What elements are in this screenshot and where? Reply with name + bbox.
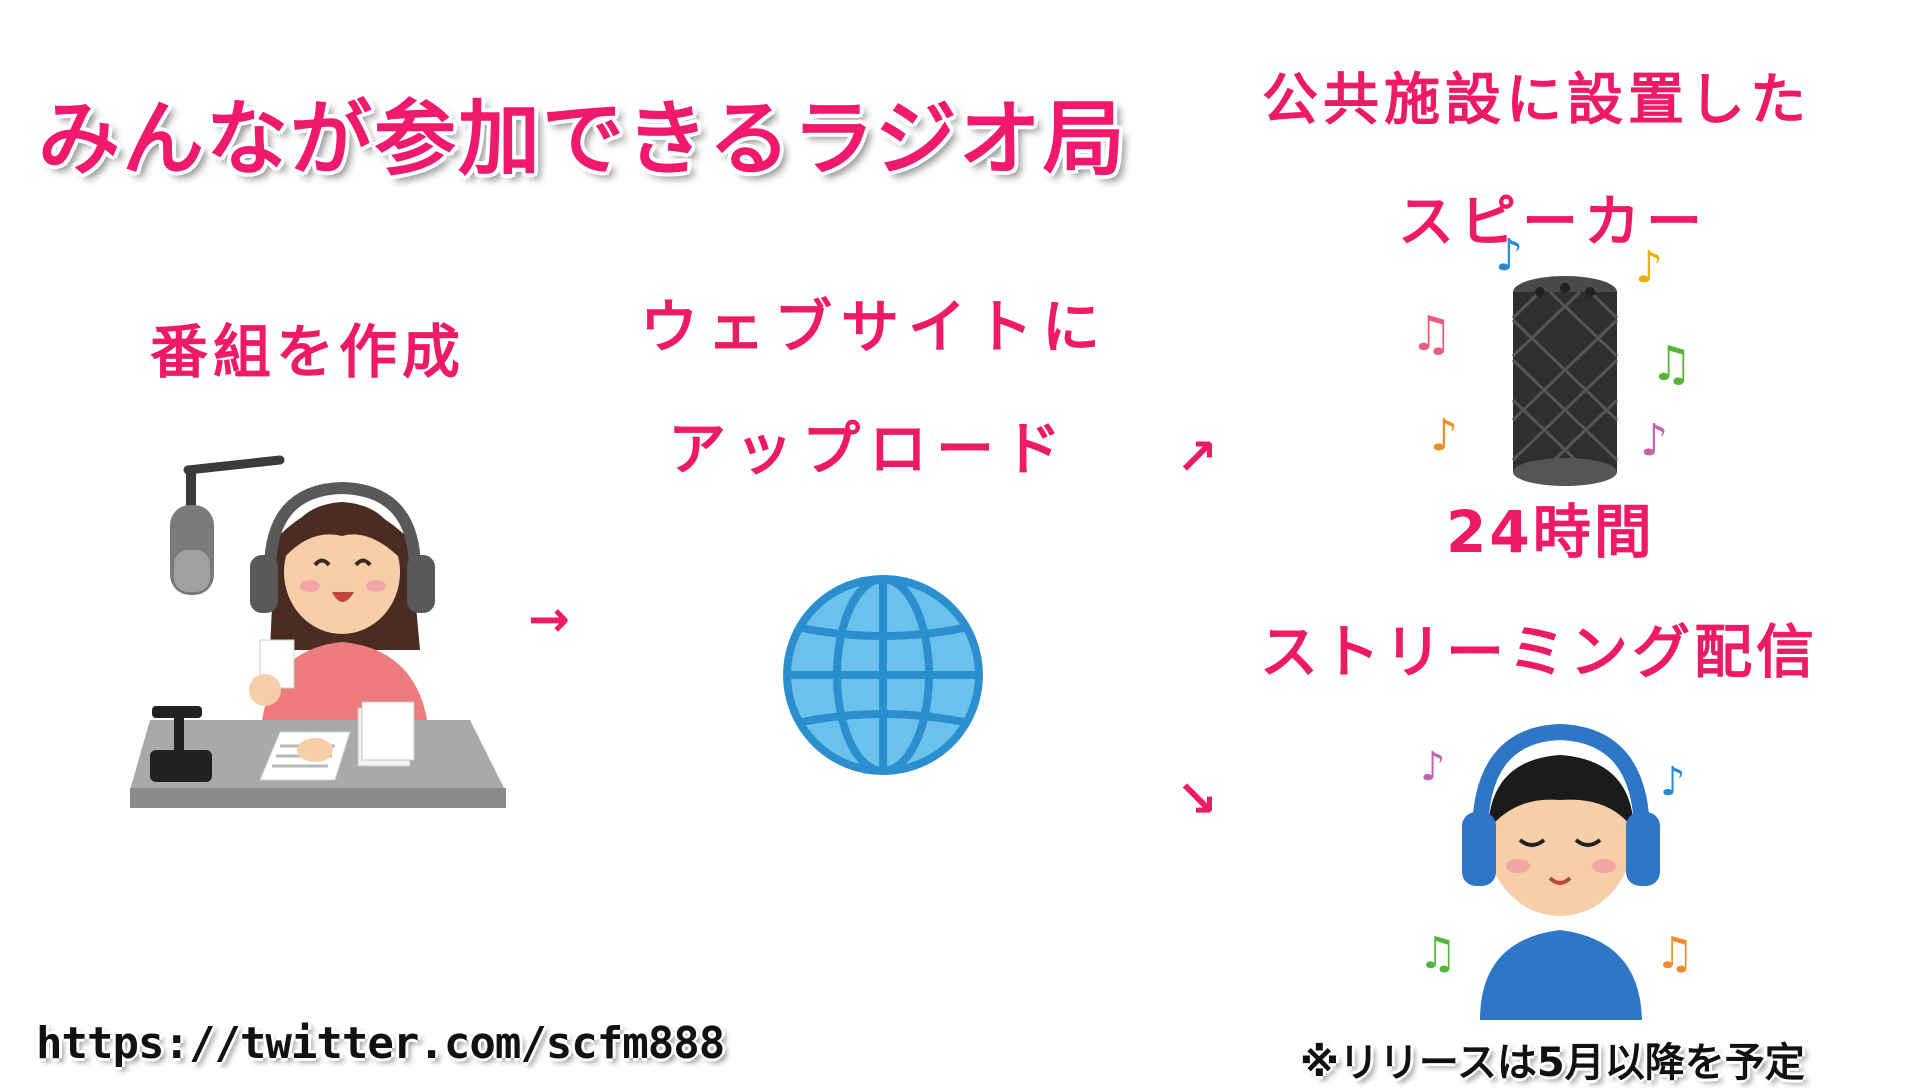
step-upload-label-line2: アップロード	[668, 415, 1071, 483]
dj-illustration	[130, 455, 506, 808]
arrow-to-speaker: ↗	[1176, 428, 1218, 486]
headphone-listener-illustration: ♪ ♪ ♫ ♫	[1418, 723, 1694, 1020]
globe-icon	[783, 575, 983, 775]
svg-text:♫: ♫	[1410, 306, 1453, 362]
svg-text:♫: ♫	[1418, 928, 1457, 979]
smart-speaker-icon: ♪ ♪ ♫ ♫ ♪ ♪	[1410, 230, 1693, 486]
release-note: ※リリースは5月以降を予定	[1300, 1040, 1805, 1086]
streaming-label: ストリーミング配信	[1260, 618, 1819, 686]
step-create-label: 番組を作成	[150, 318, 466, 386]
arrow-to-streaming: ↘	[1176, 770, 1218, 828]
svg-text:♪: ♪	[1635, 242, 1663, 293]
svg-text:♪: ♪	[1420, 744, 1446, 790]
svg-text:♪: ♪	[1430, 410, 1458, 461]
page-title: みんなが参加できるラジオ局	[38, 92, 1127, 187]
svg-text:♪: ♪	[1660, 759, 1686, 805]
svg-text:♫: ♫	[1650, 336, 1693, 392]
twitter-url[interactable]: https://twitter.com/scfm888	[36, 1018, 725, 1069]
speaker-label-line1: 公共施設に設置した	[1262, 68, 1811, 133]
hours-label: 24時間	[1446, 498, 1655, 566]
svg-text:♪: ♪	[1495, 230, 1523, 281]
svg-text:♫: ♫	[1655, 928, 1694, 979]
svg-text:♪: ♪	[1640, 415, 1668, 466]
step-upload-label-line1: ウェブサイトに	[640, 293, 1110, 361]
